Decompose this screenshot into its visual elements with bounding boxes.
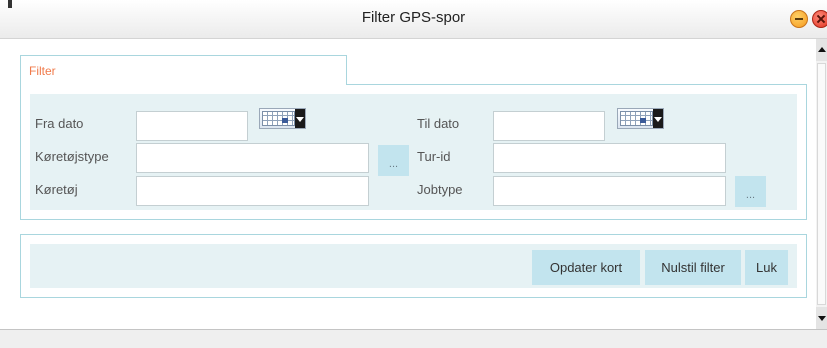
fra-dato-input[interactable] (136, 111, 248, 141)
close-icon[interactable] (812, 10, 827, 28)
fra-dato-label: Fra dato (35, 116, 84, 131)
koretoj-label: Køretøj (35, 182, 78, 197)
jobtype-input[interactable] (493, 176, 726, 206)
window-title: Filter GPS-spor (361, 9, 466, 26)
update-map-button[interactable]: Opdater kort (532, 250, 640, 285)
reset-filter-button[interactable]: Nulstil filter (645, 250, 741, 285)
koretojstype-input[interactable] (136, 143, 369, 173)
jobtype-label: Jobtype (417, 182, 463, 197)
til-dato-label: Til dato (417, 116, 460, 131)
til-dato-calendar-button[interactable] (617, 108, 664, 129)
chevron-down-icon (295, 109, 305, 128)
window-titlebar[interactable]: Filter GPS-spor (0, 0, 827, 39)
close-button[interactable]: Luk (745, 250, 788, 285)
minimize-icon[interactable] (790, 10, 808, 28)
jobtype-browse-button[interactable]: ... (735, 176, 766, 207)
fra-dato-calendar-button[interactable] (259, 108, 306, 129)
til-dato-input[interactable] (493, 111, 605, 141)
koretojstype-browse-button[interactable]: ... (378, 145, 409, 176)
scroll-thumb[interactable] (817, 63, 826, 305)
vertical-scrollbar[interactable] (816, 39, 827, 329)
calendar-icon (620, 111, 653, 126)
chevron-down-icon (653, 109, 663, 128)
koretojstype-label: Køretøjstype (35, 149, 109, 164)
scroll-down-arrow-icon[interactable] (816, 307, 827, 329)
calendar-icon (262, 111, 295, 126)
koretoj-input[interactable] (136, 176, 369, 206)
tab-filter[interactable]: Filter (20, 55, 347, 85)
tab-filter-label: Filter (29, 64, 56, 78)
tur-id-label: Tur-id (417, 149, 451, 164)
status-bar (0, 329, 827, 348)
tur-id-input[interactable] (493, 143, 726, 173)
scroll-up-arrow-icon[interactable] (816, 39, 827, 61)
